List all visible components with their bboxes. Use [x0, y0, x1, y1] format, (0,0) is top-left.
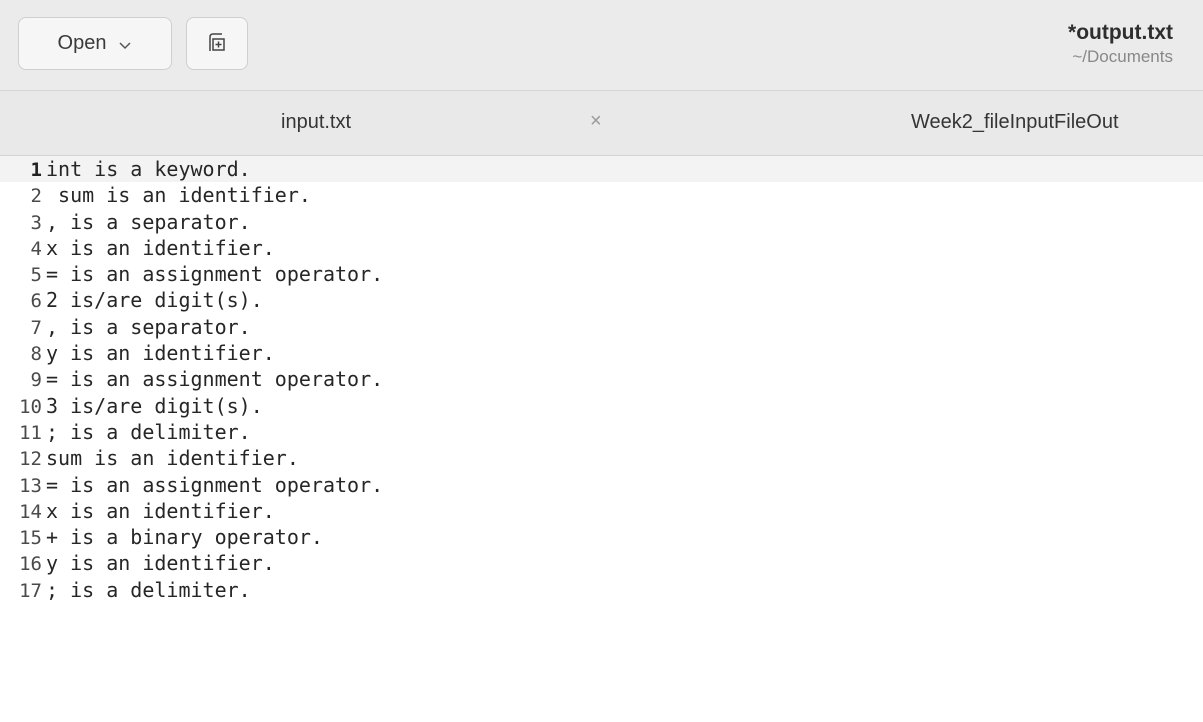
- line-text: y is an identifier.: [46, 551, 275, 576]
- open-button[interactable]: Open: [18, 17, 172, 70]
- close-icon[interactable]: ×: [590, 110, 602, 133]
- line-number: 5: [30, 264, 42, 287]
- line-text: = is an assignment operator.: [46, 472, 384, 497]
- line-number: 9: [30, 369, 42, 392]
- line-text: ; is a delimiter.: [46, 419, 251, 444]
- editor-line[interactable]: 12 sum is an identifier.: [0, 445, 1203, 471]
- editor-line[interactable]: 17; is a delimiter.: [0, 577, 1203, 603]
- editor-line[interactable]: 5 = is an assignment operator.: [0, 261, 1203, 287]
- line-number: 17: [19, 579, 42, 602]
- editor-line[interactable]: 13 = is an assignment operator.: [0, 472, 1203, 498]
- new-tab-icon: [206, 31, 228, 57]
- line-text: , is a separator.: [46, 209, 251, 234]
- line-text: sum is an identifier.: [46, 446, 299, 471]
- editor-line[interactable]: 10 3 is/are digit(s).: [0, 393, 1203, 419]
- line-number: 15: [19, 527, 42, 550]
- line-text: = is an assignment operator.: [46, 262, 384, 287]
- tab-week2-file[interactable]: Week2_fileInputFileOut: [900, 91, 1203, 155]
- line-number: 2: [30, 185, 42, 208]
- line-number: 16: [19, 553, 42, 576]
- tab-input-txt[interactable]: input.txt ×: [0, 91, 900, 155]
- line-number: 3: [30, 211, 42, 234]
- line-number: 7: [30, 316, 42, 339]
- line-number: 4: [30, 237, 42, 260]
- document-path: ~/Documents: [1072, 47, 1173, 66]
- line-text: x is an identifier.: [46, 498, 275, 523]
- line-number: 8: [30, 343, 42, 366]
- line-text: ; is a delimiter.: [46, 577, 251, 602]
- line-text: y is an identifier.: [46, 341, 275, 366]
- line-text: int is a keyword.: [46, 157, 251, 181]
- line-text: 2 is/are digit(s).: [46, 288, 263, 313]
- chevron-down-icon: [118, 35, 132, 49]
- line-number: 6: [30, 290, 42, 313]
- line-text: sum is an identifier.: [46, 183, 311, 208]
- header-bar: Open *output.txt ~/Documents: [0, 0, 1203, 91]
- tab-label: Week2_fileInputFileOut: [911, 111, 1119, 133]
- line-number: 12: [19, 448, 42, 471]
- line-number: 14: [19, 500, 42, 523]
- text-editor-window: Open *output.txt ~/Documents input.txt ×…: [0, 0, 1203, 722]
- line-number: 10: [19, 395, 42, 418]
- line-text: x is an identifier.: [46, 235, 275, 260]
- line-text: , is a separator.: [46, 314, 251, 339]
- document-title: *output.txt ~/Documents: [1068, 20, 1173, 68]
- line-number: 13: [19, 474, 42, 497]
- tab-bar: input.txt × Week2_fileInputFileOut: [0, 91, 1203, 156]
- line-text: 3 is/are digit(s).: [46, 393, 263, 418]
- editor-line[interactable]: 8y is an identifier.: [0, 340, 1203, 366]
- line-text: + is a binary operator.: [46, 525, 323, 550]
- editor-line[interactable]: 62 is/are digit(s).: [0, 287, 1203, 313]
- editor-line[interactable]: 1 int is a keyword.: [0, 156, 1203, 183]
- editor-line[interactable]: 9 = is an assignment operator.: [0, 366, 1203, 392]
- line-number: 1: [30, 159, 42, 181]
- editor-line[interactable]: 4x is an identifier.: [0, 235, 1203, 261]
- tab-label: input.txt: [281, 111, 352, 133]
- open-button-label: Open: [57, 32, 107, 54]
- editor-line[interactable]: 3, is a separator.: [0, 209, 1203, 235]
- document-filename: *output.txt: [1068, 21, 1173, 44]
- text-editor-area[interactable]: 1 int is a keyword. 2 sum is an identifier…: [0, 156, 1203, 722]
- line-text: = is an assignment operator.: [46, 367, 384, 392]
- editor-line[interactable]: 16 y is an identifier.: [0, 550, 1203, 576]
- editor-line[interactable]: 11; is a delimiter.: [0, 419, 1203, 445]
- new-tab-button[interactable]: [186, 17, 248, 70]
- editor-line[interactable]: 2 sum is an identifier.: [0, 182, 1203, 208]
- editor-line[interactable]: 7, is a separator.: [0, 314, 1203, 340]
- editor-line[interactable]: 14 x is an identifier.: [0, 498, 1203, 524]
- editor-line[interactable]: 15 + is a binary operator.: [0, 524, 1203, 550]
- line-number: 11: [19, 421, 42, 444]
